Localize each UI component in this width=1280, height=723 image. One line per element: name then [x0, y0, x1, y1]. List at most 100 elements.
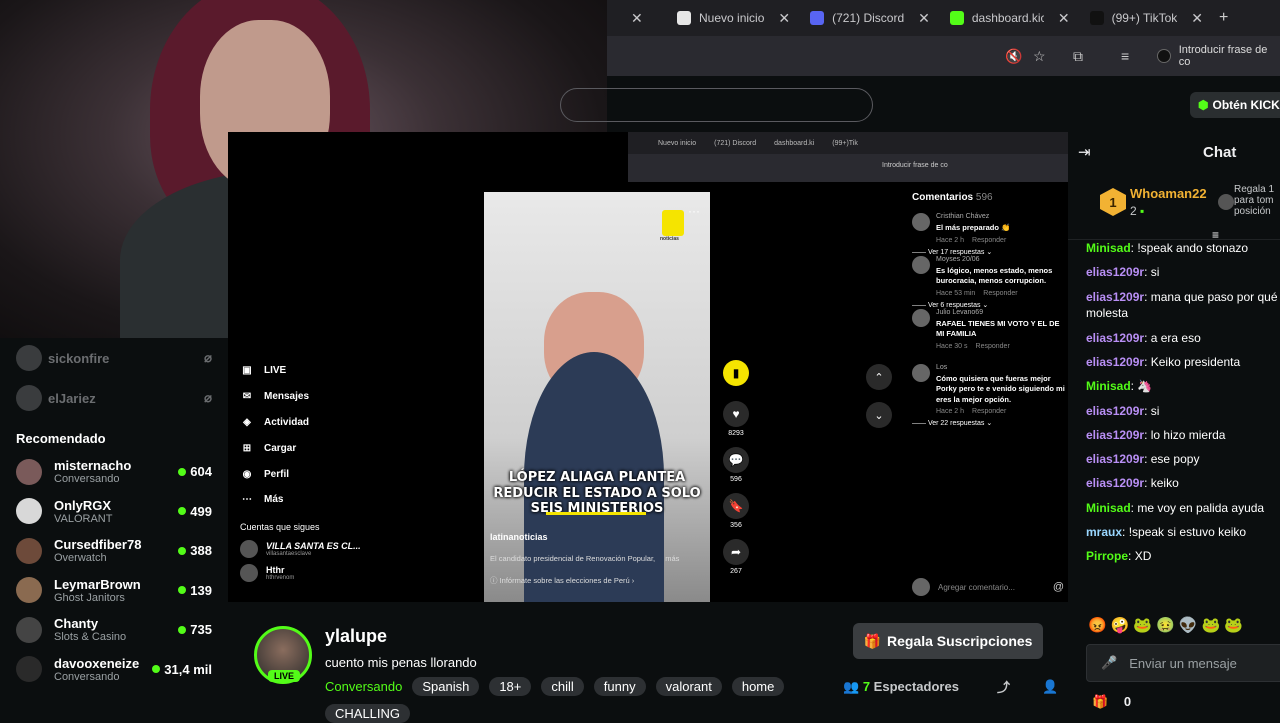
collapse-chat-icon[interactable]: ⇥	[1078, 143, 1091, 161]
emote-icon[interactable]: 😡	[1088, 616, 1107, 634]
tiktok-nav-item[interactable]: ✉ Mensajes	[240, 384, 309, 410]
chevron-down-icon[interactable]: ⌄	[866, 402, 892, 428]
share-icon[interactable]: ➦	[723, 539, 749, 565]
video-handle[interactable]: latinanoticias	[490, 532, 548, 542]
chat-username[interactable]: elias1209r	[1086, 404, 1144, 418]
creator-avatar[interactable]: ▮	[723, 360, 749, 386]
reply-link[interactable]: Responder	[972, 237, 1006, 244]
tiktok-action[interactable]: 🔖 356	[722, 488, 750, 534]
view-replies-link[interactable]: —— Ver 6 respuestas ⌄	[912, 301, 1068, 309]
sidebar-followed-item[interactable]: elJariez ⌀	[0, 378, 228, 418]
sidebar-recommended-item[interactable]: OnlyRGX VALORANT 499	[0, 492, 228, 532]
comment-icon[interactable]: 💬	[723, 447, 749, 473]
tiktok-nav-item[interactable]: ◉ Perfil	[240, 461, 309, 487]
stream-video[interactable]: Nuevo inicio (721) Discord dashboard.ki (99…	[228, 132, 1068, 602]
following-item[interactable]: VILLA SANTA ES CL... villasantaesclave	[240, 540, 361, 558]
browser-tab[interactable]: Nuevo inicio ✕	[667, 0, 800, 36]
new-tab-icon[interactable]: +	[1219, 9, 1228, 27]
following-item[interactable]: Hthr hthrvenom	[240, 564, 361, 582]
stream-tag[interactable]: valorant	[655, 677, 722, 696]
heart-icon[interactable]: ♥	[723, 401, 749, 427]
more-options-icon[interactable]: ···	[688, 204, 700, 218]
top-gifter-name[interactable]: Whoaman22	[1130, 186, 1207, 201]
stream-tag[interactable]: home	[731, 677, 785, 696]
sidebar-recommended-item[interactable]: Cursedfiber78 Overwatch 388	[0, 531, 228, 571]
stream-tag[interactable]: funny	[593, 677, 646, 696]
browser-tab[interactable]: (99+) TikTok ✕	[1080, 0, 1213, 36]
profile-chip[interactable]: Introducir frase de co	[1157, 44, 1280, 68]
reply-link[interactable]: Responder	[983, 290, 1017, 297]
sidebar-recommended-item[interactable]: Chanty Slots & Casino 735	[0, 610, 228, 650]
tag-extra[interactable]: CHALLING	[325, 704, 411, 723]
chevron-up-icon[interactable]: ⌃	[866, 364, 892, 390]
close-tab-icon[interactable]: ✕	[778, 10, 790, 27]
browser-tab[interactable]: (721) Discord ✕	[800, 0, 940, 36]
close-tab-icon[interactable]: ✕	[631, 10, 643, 27]
tiktok-action[interactable]: ♥ 8293	[722, 396, 750, 442]
browser-tab[interactable]: dashboard.kick ✕	[940, 0, 1080, 36]
browser-tab[interactable]: ✕	[607, 0, 667, 36]
sidebar-recommended-item[interactable]: LeymarBrown Ghost Janitors 139	[0, 571, 228, 611]
comment-user[interactable]: Los	[936, 364, 1068, 371]
share-icon[interactable]: ⤴	[997, 677, 1010, 696]
description-more-link[interactable]: más	[665, 554, 679, 563]
emote-icon[interactable]: 🐸	[1201, 616, 1220, 634]
chat-username[interactable]: Minisad	[1086, 241, 1131, 255]
star-icon[interactable]: ☆	[1033, 48, 1046, 65]
close-tab-icon[interactable]: ✕	[918, 10, 930, 27]
mute-icon[interactable]: 🔇	[1005, 48, 1022, 65]
chat-username[interactable]: elias1209r	[1086, 428, 1144, 442]
tiktok-nav-item[interactable]: ▣ LIVE	[240, 358, 309, 384]
search-input[interactable]	[560, 88, 873, 122]
get-kick-button[interactable]: ⬢ Obtén KICK	[1190, 92, 1280, 118]
chat-username[interactable]: elias1209r	[1086, 355, 1144, 369]
emote-icon[interactable]: 🤪	[1111, 616, 1130, 634]
channel-name[interactable]: ylalupe	[325, 626, 387, 647]
tiktok-nav-item[interactable]: ⊞ Cargar	[240, 435, 309, 461]
close-tab-icon[interactable]: ✕	[1058, 10, 1070, 27]
stream-tag[interactable]: Spanish	[412, 677, 480, 696]
stream-tag[interactable]: chill	[541, 677, 584, 696]
emote-icon[interactable]: 👽	[1179, 616, 1198, 634]
mention-icon[interactable]: @	[1053, 581, 1064, 593]
follow-user-icon[interactable]: 👤	[1042, 679, 1058, 695]
gift-subscriptions-button[interactable]: 🎁 Regala Suscripciones	[853, 623, 1043, 659]
chat-username[interactable]: elias1209r	[1086, 290, 1144, 304]
chat-input[interactable]: 🎤 Enviar un mensaje	[1086, 644, 1280, 682]
elections-info-link[interactable]: ⓘ Infórmate sobre las elecciones de Perú…	[490, 575, 634, 586]
close-tab-icon[interactable]: ✕	[1191, 10, 1203, 27]
microphone-icon[interactable]: 🎤	[1101, 655, 1117, 671]
view-replies-link[interactable]: —— Ver 17 respuestas ⌄	[912, 248, 1068, 256]
chat-username[interactable]: elias1209r	[1086, 265, 1144, 279]
reply-link[interactable]: Responder	[976, 343, 1010, 350]
stream-category[interactable]: Conversando	[325, 679, 402, 694]
chat-username[interactable]: mraux	[1086, 525, 1122, 539]
sidebar-recommended-item[interactable]: davooxeneize Conversando 31,4 mil	[0, 650, 228, 690]
chat-username[interactable]: elias1209r	[1086, 452, 1144, 466]
tiktok-video[interactable]: noticias ··· LÓPEZ ALIAGA PLANTEA REDUCI…	[484, 192, 710, 602]
emote-icon[interactable]: 🐸	[1133, 616, 1152, 634]
comment-user[interactable]: Cristhian Chávez	[936, 213, 1010, 220]
emote-icon[interactable]: 🐸	[1224, 616, 1243, 634]
tiktok-action[interactable]: 💬 596	[722, 442, 750, 488]
comment-user[interactable]: Julio Levano69	[936, 309, 1068, 316]
comment-user[interactable]: Moyses 20/06	[936, 256, 1068, 263]
emote-icon[interactable]: 🤢	[1156, 616, 1175, 634]
chat-username[interactable]: elias1209r	[1086, 331, 1144, 345]
tiktok-nav-item[interactable]: ◈ Actividad	[240, 410, 309, 436]
sidebar-recommended-item[interactable]: misternacho Conversando 604	[0, 452, 228, 492]
media-icon[interactable]: ≡	[1121, 48, 1129, 64]
stream-tag[interactable]: 18+	[489, 677, 532, 696]
view-replies-link[interactable]: —— Ver 22 respuestas ⌄	[912, 419, 1068, 427]
add-comment-input[interactable]: Agregar comentario... @	[912, 576, 1064, 598]
chat-username[interactable]: elias1209r	[1086, 476, 1144, 490]
gift-box-icon[interactable]: 🎁	[1092, 694, 1108, 709]
chat-username[interactable]: Minisad	[1086, 379, 1131, 393]
bookmark-icon[interactable]: 🔖	[723, 493, 749, 519]
extensions-icon[interactable]: ⧉	[1073, 48, 1083, 65]
chat-username[interactable]: Minisad	[1086, 501, 1131, 515]
tiktok-nav-item[interactable]: ⋯ Más	[240, 487, 309, 513]
tiktok-action[interactable]: ➦ 267	[722, 534, 750, 580]
reply-link[interactable]: Responder	[972, 408, 1006, 415]
chat-username[interactable]: Pirrope	[1086, 549, 1128, 563]
